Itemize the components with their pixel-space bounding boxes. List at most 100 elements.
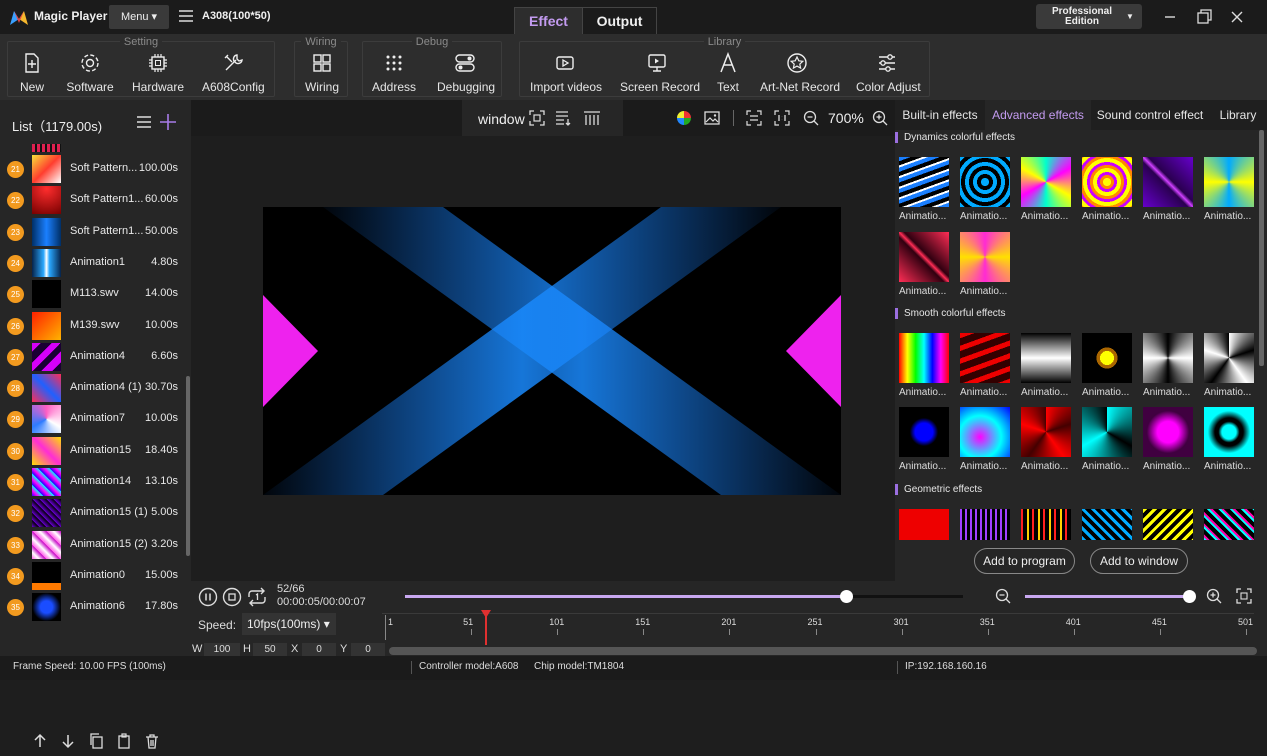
list-item[interactable]: 32 Animation15 (1) 5.00s: [0, 498, 184, 528]
list-item[interactable]: 27 Animation4 6.60s: [0, 342, 184, 372]
close-icon[interactable]: [1227, 7, 1247, 27]
effect-tile[interactable]: Animatio...: [1143, 157, 1195, 222]
window-selector[interactable]: window: [462, 100, 623, 136]
color-wheel-icon[interactable]: [676, 110, 692, 126]
tab-built-in-effects[interactable]: Built-in effects: [895, 100, 985, 130]
effect-tile[interactable]: Animatio...: [899, 333, 951, 398]
effect-tile[interactable]: Animatio...: [1143, 407, 1195, 472]
software-button[interactable]: Software: [64, 52, 116, 96]
add-icon[interactable]: [159, 113, 177, 131]
stop-icon[interactable]: [222, 587, 242, 607]
effect-thumbnail-partial[interactable]: [1204, 509, 1254, 540]
pause-icon[interactable]: [198, 587, 218, 607]
a608config-button[interactable]: A608Config: [202, 52, 265, 96]
arrow-down-icon[interactable]: [60, 733, 76, 749]
address-button[interactable]: Address: [371, 52, 417, 96]
effect-tile[interactable]: Animatio...: [899, 407, 951, 472]
art-net-record-button[interactable]: Art-Net Record: [760, 52, 840, 96]
list-item[interactable]: 30 Animation15 18.40s: [0, 436, 184, 466]
list-scrollbar[interactable]: [186, 376, 190, 556]
effect-tile[interactable]: Animatio...: [1082, 407, 1134, 472]
speed-select[interactable]: 10fps(100ms) ▾: [242, 613, 336, 635]
list-item[interactable]: 22 Soft Pattern1... 60.00s: [0, 185, 184, 215]
effect-tile[interactable]: Animatio...: [1021, 157, 1073, 222]
effect-tile[interactable]: Animatio...: [960, 407, 1012, 472]
paste-icon[interactable]: [116, 733, 132, 749]
columns-icon[interactable]: [583, 110, 601, 126]
hardware-button[interactable]: Hardware: [132, 52, 184, 96]
list-item[interactable]: 21 Soft Pattern... 100.00s: [0, 154, 184, 184]
tab-advanced-effects[interactable]: Advanced effects: [985, 100, 1091, 130]
new-button[interactable]: New: [14, 52, 50, 96]
tab-library[interactable]: Library: [1213, 100, 1263, 130]
effect-tile[interactable]: Animatio...: [1021, 333, 1073, 398]
arrow-up-icon[interactable]: [32, 733, 48, 749]
list-item[interactable]: 31 Animation14 13.10s: [0, 467, 184, 497]
effect-tile[interactable]: Animatio...: [1204, 333, 1256, 398]
timeline-hscrollbar[interactable]: [389, 647, 1257, 655]
minimize-icon[interactable]: [1160, 7, 1180, 27]
effect-thumbnail-partial[interactable]: [1082, 509, 1132, 540]
list-item[interactable]: 23 Soft Pattern1... 50.00s: [0, 217, 184, 247]
list-item[interactable]: 29 Animation7 10.00s: [0, 404, 184, 434]
list-item[interactable]: 25 M113.swv 14.00s: [0, 279, 184, 309]
effect-tile[interactable]: Animatio...: [960, 232, 1012, 297]
timeline-ruler[interactable]: 1 51 101 151 201 251 301 351 401 451 501: [385, 615, 1255, 640]
effect-tile[interactable]: Animatio...: [1082, 333, 1134, 398]
list-item[interactable]: 35 Animation6 17.80s: [0, 592, 184, 622]
effect-tile[interactable]: Animatio...: [1021, 407, 1073, 472]
import-videos-button[interactable]: Import videos: [530, 52, 602, 96]
effect-tile[interactable]: Animatio...: [1143, 333, 1195, 398]
led-preview-canvas[interactable]: [263, 207, 841, 495]
x-input[interactable]: 0: [302, 643, 336, 657]
actual-size-icon[interactable]: [774, 110, 790, 126]
restore-icon[interactable]: [1194, 7, 1214, 27]
screen-record-button[interactable]: Screen Record: [620, 52, 700, 96]
align-icon[interactable]: [746, 110, 762, 126]
list-item[interactable]: 34 Animation0 15.00s: [0, 561, 184, 591]
menu-button[interactable]: Menu ▾: [109, 5, 169, 29]
height-input[interactable]: 50: [253, 643, 287, 657]
image-icon[interactable]: [704, 110, 720, 126]
effect-thumbnail-partial[interactable]: [1021, 509, 1071, 540]
add-to-window-button[interactable]: Add to window: [1090, 548, 1188, 574]
tab-effect[interactable]: Effect: [514, 7, 582, 34]
list-menu-icon[interactable]: [136, 115, 152, 129]
effect-thumbnail-partial[interactable]: [1143, 509, 1193, 540]
effect-tile[interactable]: Animatio...: [899, 232, 951, 297]
tab-sound-control-effect[interactable]: Sound control effect: [1091, 100, 1209, 130]
list-item[interactable]: 24 Animation1 4.80s: [0, 248, 184, 278]
tab-output[interactable]: Output: [582, 7, 657, 34]
progress-handle[interactable]: [839, 590, 853, 603]
trash-icon[interactable]: [144, 733, 160, 749]
zoom-slider-handle[interactable]: [1183, 590, 1196, 603]
list-order-icon[interactable]: [555, 110, 571, 126]
y-input[interactable]: 0: [351, 643, 385, 657]
effect-tile[interactable]: Animatio...: [899, 157, 951, 222]
repeat-one-icon[interactable]: [246, 586, 268, 608]
timeline-zoom-in-icon[interactable]: [1206, 588, 1222, 604]
zoom-in-icon[interactable]: [872, 110, 888, 126]
effects-scrollbar[interactable]: [1259, 130, 1264, 366]
list-item[interactable]: 33 Animation15 (2) 3.20s: [0, 530, 184, 560]
effect-tile[interactable]: Animatio...: [960, 333, 1012, 398]
effect-tile[interactable]: Animatio...: [960, 157, 1012, 222]
add-to-program-button[interactable]: Add to program: [974, 548, 1075, 574]
width-input[interactable]: 100: [204, 643, 240, 657]
copy-icon[interactable]: [88, 733, 104, 749]
list-item[interactable]: 28 Animation4 (1) 30.70s: [0, 373, 184, 403]
effect-tile[interactable]: Animatio...: [1204, 157, 1256, 222]
effect-thumbnail-partial[interactable]: [960, 509, 1010, 540]
timeline-zoom-out-icon[interactable]: [995, 588, 1011, 604]
hamburger-icon[interactable]: [178, 8, 194, 24]
fit-frame-icon[interactable]: [529, 110, 545, 126]
effect-tile[interactable]: Animatio...: [1082, 157, 1134, 222]
progress-track[interactable]: [405, 590, 963, 603]
effect-thumbnail-partial[interactable]: [899, 509, 949, 540]
effect-tile[interactable]: Animatio...: [1204, 407, 1256, 472]
zoom-out-icon[interactable]: [803, 110, 819, 126]
debugging-button[interactable]: Debugging: [437, 52, 495, 96]
text-button[interactable]: Text: [714, 52, 742, 96]
color-adjust-button[interactable]: Color Adjust: [856, 52, 921, 96]
list-item[interactable]: 26 M139.swv 10.00s: [0, 311, 184, 341]
